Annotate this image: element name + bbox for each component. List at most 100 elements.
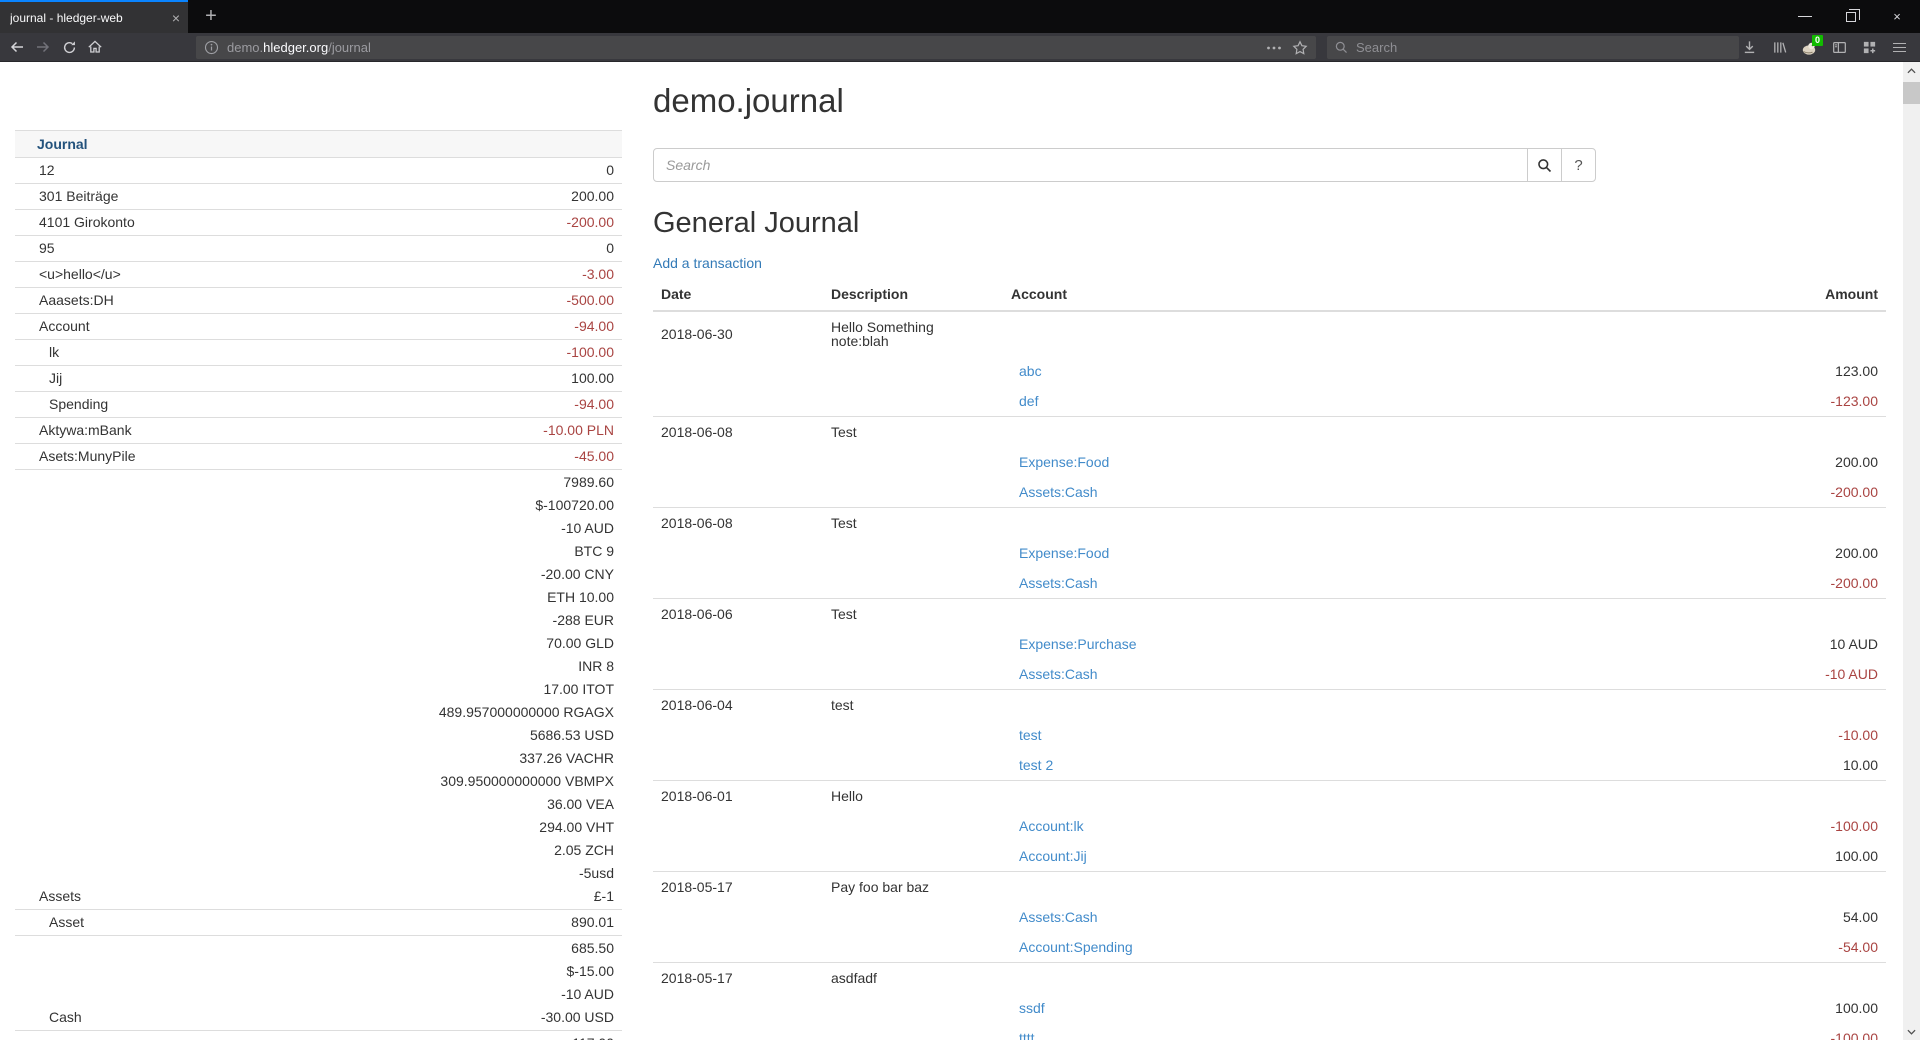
search-help-button[interactable]: ?	[1561, 148, 1596, 182]
sidebar-account-link[interactable]: Aktywa:mBank	[39, 422, 132, 438]
posting-amount: 10 AUD	[1676, 629, 1886, 659]
page-actions-icon[interactable]	[1266, 45, 1282, 51]
sidebar-account-link[interactable]: 4101 Girokonto	[39, 214, 135, 230]
empty-cell	[1676, 963, 1886, 994]
posting-account-cell: tttt	[1003, 1023, 1676, 1040]
page-scrollbar[interactable]	[1903, 62, 1920, 1040]
balance-amount: -94.00	[267, 393, 614, 416]
sidebar-account-link[interactable]: Cash	[49, 1009, 82, 1025]
sidebar-account-link[interactable]: Asets:MunyPile	[39, 448, 135, 464]
posting-account-link[interactable]: Assets:Cash	[1019, 666, 1098, 682]
posting-account-link[interactable]: Expense:Food	[1019, 545, 1109, 561]
posting-account-link[interactable]: Account:lk	[1019, 818, 1084, 834]
window-restore-button[interactable]	[1828, 0, 1874, 33]
posting-account-link[interactable]: def	[1019, 393, 1038, 409]
empty-cell	[1003, 872, 1676, 903]
sidebar-account-link[interactable]: <u>hello</u>	[39, 266, 121, 282]
transaction-title-row[interactable]: 2018-06-30Hello Something note:blah	[653, 311, 1886, 356]
sidebar-account-link[interactable]: 95	[39, 240, 55, 256]
new-tab-button[interactable]: +	[196, 0, 226, 33]
sidebar-account-link[interactable]: Account	[39, 318, 90, 334]
transaction-title-row[interactable]: 2018-06-06Test	[653, 599, 1886, 630]
posting-account-link[interactable]: Account:Spending	[1019, 939, 1133, 955]
home-button[interactable]	[82, 35, 108, 59]
back-button[interactable]	[4, 35, 30, 59]
window-close-button[interactable]: ×	[1874, 0, 1920, 33]
library-button[interactable]	[1764, 36, 1794, 60]
extension-button[interactable]: 0	[1794, 36, 1824, 60]
scroll-down-arrow[interactable]	[1903, 1023, 1920, 1040]
sidebar-account-cell: Asset	[15, 910, 259, 936]
sidebars-button[interactable]	[1824, 36, 1854, 60]
transaction-title-row[interactable]: 2018-05-17asdfadf	[653, 963, 1886, 994]
journal-search-button[interactable]	[1527, 148, 1562, 182]
posting-amount: -10 AUD	[1676, 659, 1886, 690]
journal-search-input[interactable]	[653, 148, 1528, 182]
section-heading: General Journal	[653, 207, 1886, 239]
balance-amount: 2.05 ZCH	[267, 839, 614, 862]
sidebar-account-link[interactable]: Asset	[49, 914, 84, 930]
posting-account-link[interactable]: ssdf	[1019, 1000, 1045, 1016]
posting-account-link[interactable]: Assets:Cash	[1019, 909, 1098, 925]
posting-account-link[interactable]: Expense:Purchase	[1019, 636, 1137, 652]
posting-account-link[interactable]: abc	[1019, 363, 1042, 379]
transaction-title-row[interactable]: 2018-06-08Test	[653, 417, 1886, 448]
sidebar-balance-cell: -3.00	[259, 262, 622, 288]
journal-search-form: ?	[653, 148, 1598, 182]
scroll-up-arrow[interactable]	[1903, 62, 1920, 79]
transaction-date: 2018-06-30	[653, 311, 823, 356]
empty-cell	[823, 841, 1003, 872]
sidebar-account-row: Aktywa:mBank-10.00 PLN	[15, 418, 622, 444]
posting-account-link[interactable]: Assets:Cash	[1019, 484, 1098, 500]
posting-account-link[interactable]: tttt	[1019, 1030, 1035, 1040]
empty-cell	[823, 750, 1003, 781]
posting-account-link[interactable]: test 2	[1019, 757, 1053, 773]
sidebar-balance-cell: 890.01	[259, 910, 622, 936]
sidebar-account-row: -117.00	[15, 1031, 622, 1040]
posting-account-link[interactable]: test	[1019, 727, 1042, 743]
transaction-title-row[interactable]: 2018-05-17Pay foo bar baz	[653, 872, 1886, 903]
sidebar-account-link[interactable]: 12	[39, 162, 55, 178]
browser-search-bar[interactable]: Search	[1327, 36, 1739, 59]
window-controls: ×	[1782, 0, 1920, 33]
scrollbar-thumb[interactable]	[1903, 82, 1920, 104]
empty-cell	[653, 720, 823, 750]
sidebar-journal-link[interactable]: Journal	[15, 131, 622, 158]
journal-link[interactable]: Journal	[37, 136, 88, 152]
sidebar-account-cell: Assets	[15, 470, 259, 910]
empty-cell	[823, 720, 1003, 750]
browser-tab[interactable]: journal - hledger-web ×	[0, 0, 188, 33]
reload-button[interactable]	[56, 35, 82, 59]
url-bar[interactable]: demo.hledger.org/journal	[196, 36, 1316, 59]
posting-row: Expense:Purchase 10 AUD	[653, 629, 1886, 659]
sidebar-balance-cell: -94.00	[259, 314, 622, 340]
forward-button[interactable]	[30, 35, 56, 59]
sidebar-account-cell: 12	[15, 158, 259, 184]
posting-account-link[interactable]: Expense:Food	[1019, 454, 1109, 470]
posting-account-link[interactable]: Assets:Cash	[1019, 575, 1098, 591]
transaction-title-row[interactable]: 2018-06-04test	[653, 690, 1886, 721]
add-transaction-link[interactable]: Add a transaction	[653, 255, 762, 271]
menu-button[interactable]	[1884, 36, 1914, 60]
sidebar-balance-cell: 7989.60$-100720.00-10 AUDBTC 9-20.00 CNY…	[259, 470, 622, 910]
sidebar-account-link[interactable]: Assets	[39, 888, 81, 904]
extensions-grid-button[interactable]	[1854, 36, 1884, 60]
transaction-description: asdfadf	[823, 963, 1003, 994]
transaction-title-row[interactable]: 2018-06-01Hello	[653, 781, 1886, 812]
posting-account-link[interactable]: Account:Jij	[1019, 848, 1087, 864]
sidebar-account-row: lk-100.00	[15, 340, 622, 366]
downloads-button[interactable]	[1734, 36, 1764, 60]
sidebar-account-link[interactable]: Jij	[49, 370, 62, 386]
tab-close-icon[interactable]: ×	[172, 10, 180, 26]
sidebar-account-link[interactable]: Spending	[49, 396, 108, 412]
transaction-title-row[interactable]: 2018-06-08Test	[653, 508, 1886, 539]
tab-title: journal - hledger-web	[10, 11, 166, 25]
sidebar-account-link[interactable]: 301 Beiträge	[39, 188, 118, 204]
sidebar-account-link[interactable]: lk	[49, 344, 59, 360]
window-minimize-button[interactable]	[1782, 0, 1828, 33]
bookmark-star-icon[interactable]	[1292, 40, 1308, 56]
sidebar-account-link[interactable]: Aaasets:DH	[39, 292, 114, 308]
empty-cell	[653, 993, 823, 1023]
balance-amount: 337.26 VACHR	[267, 747, 614, 770]
main-column: demo.journal ? General Journal Add a tra…	[653, 62, 1886, 1040]
